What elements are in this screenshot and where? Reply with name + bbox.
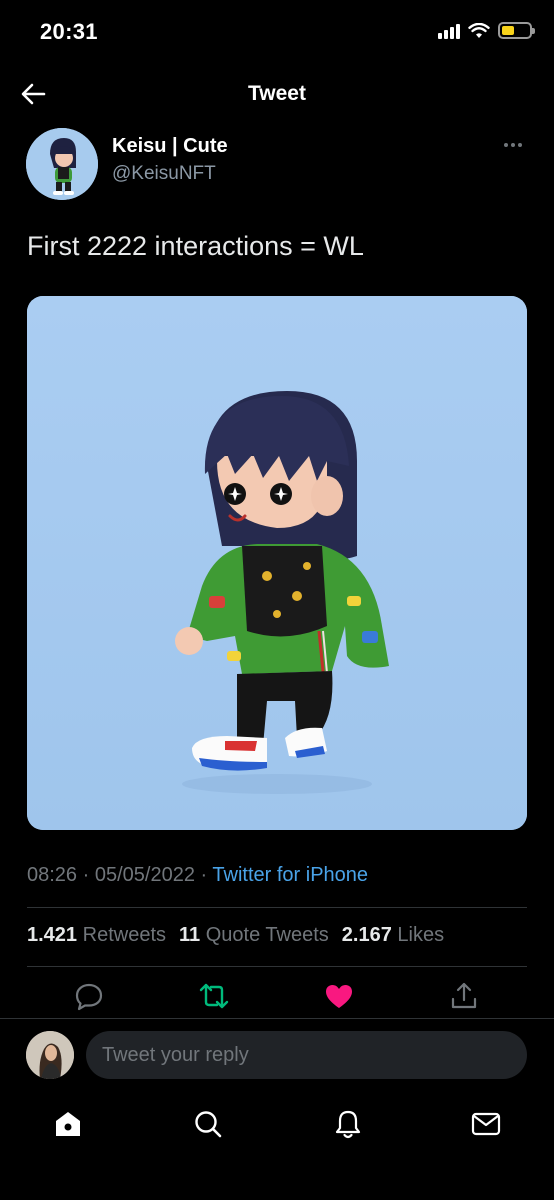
messages-icon[interactable] bbox=[468, 1106, 504, 1142]
tweet-actions bbox=[27, 976, 527, 1016]
user-avatar-image bbox=[26, 1031, 74, 1079]
meta-separator: · bbox=[82, 864, 90, 886]
avatar[interactable] bbox=[26, 128, 98, 200]
status-time: 20:31 bbox=[40, 19, 98, 44]
status-bar: 20:31 bbox=[0, 0, 554, 66]
notifications-icon[interactable] bbox=[330, 1106, 366, 1142]
divider bbox=[0, 1018, 554, 1019]
search-icon[interactable] bbox=[190, 1106, 226, 1142]
more-options-icon[interactable] bbox=[504, 140, 524, 150]
author-handle[interactable]: @KeisuNFT bbox=[112, 163, 216, 185]
tweet-text: First 2222 interactions = WL bbox=[27, 231, 364, 261]
reply-input[interactable] bbox=[86, 1031, 527, 1079]
user-avatar[interactable] bbox=[26, 1031, 74, 1079]
tweet-time: 08:26 bbox=[27, 864, 78, 886]
share-icon[interactable] bbox=[448, 980, 480, 1012]
divider bbox=[27, 907, 527, 908]
author-name[interactable]: Keisu | Cute bbox=[112, 135, 228, 158]
tweet-date: 05/05/2022 bbox=[94, 864, 195, 886]
meta-separator: · bbox=[200, 864, 208, 886]
tweet-source-link[interactable]: Twitter for iPhone bbox=[212, 864, 368, 886]
battery-icon bbox=[498, 22, 535, 39]
reply-icon[interactable] bbox=[73, 980, 105, 1012]
tweet-meta: 08:26 · 05/05/2022 · Twitter for iPhone bbox=[27, 864, 368, 887]
likes-stat[interactable]: 2.167 Likes bbox=[342, 924, 444, 947]
wifi-icon bbox=[468, 22, 490, 38]
retweet-icon[interactable] bbox=[198, 980, 230, 1012]
bottom-tab-bar bbox=[0, 1096, 554, 1152]
avatar-image bbox=[26, 128, 98, 200]
status-icons bbox=[438, 22, 535, 39]
battery-fill bbox=[502, 26, 514, 35]
quote-tweets-stat[interactable]: 11 Quote Tweets bbox=[179, 924, 329, 947]
home-icon[interactable] bbox=[50, 1106, 86, 1142]
page-title: Tweet bbox=[248, 82, 306, 105]
divider bbox=[27, 966, 527, 967]
tweet-media-image[interactable] bbox=[27, 296, 527, 830]
retweets-stat[interactable]: 1.421 Retweets bbox=[27, 924, 166, 947]
header: Tweet bbox=[0, 66, 554, 122]
cellular-signal-icon bbox=[438, 23, 460, 39]
tweet-stats: 1.421 Retweets 11 Quote Tweets 2.167 Lik… bbox=[27, 924, 444, 947]
character-illustration bbox=[27, 296, 527, 830]
like-icon[interactable] bbox=[323, 980, 355, 1012]
